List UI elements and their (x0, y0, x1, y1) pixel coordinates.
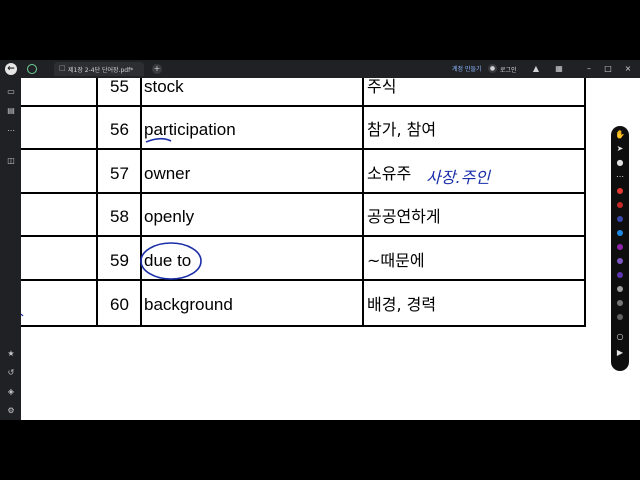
pen-indigo-icon[interactable] (617, 272, 623, 278)
app-logo-icon (27, 64, 37, 74)
pen-red-icon[interactable] (617, 188, 623, 194)
pointer-icon[interactable]: ➤ (615, 144, 625, 154)
history-icon[interactable]: ↺ (6, 368, 16, 378)
layout-icon[interactable]: ▦ (553, 63, 565, 75)
maximize-button[interactable]: □ (602, 63, 614, 75)
pen-darkred-icon[interactable] (617, 202, 623, 208)
book-icon[interactable]: ▤ (6, 106, 16, 116)
bell-icon[interactable]: ▲ (530, 63, 542, 75)
document-icon: □ (59, 64, 66, 72)
star-icon[interactable]: ★ (6, 349, 16, 359)
pages-icon[interactable]: ▭ (6, 87, 16, 97)
tab-title: 제1장 2-4단 단어장.pdf* (68, 67, 134, 74)
settings-icon[interactable]: ⚙ (6, 406, 16, 416)
pen-blue-icon[interactable] (617, 230, 623, 236)
pen-gray-icon[interactable] (617, 286, 623, 292)
pen-navy-icon[interactable] (617, 216, 623, 222)
more-icon[interactable]: ⋯ (6, 126, 16, 136)
hand-icon[interactable]: ✋ (615, 130, 625, 140)
tab-document[interactable]: □ 제1장 2-4단 단어장.pdf* (54, 62, 144, 76)
ink-circle (140, 242, 202, 280)
back-arrow-icon[interactable]: ← (5, 63, 17, 75)
new-tab-button[interactable]: + (152, 64, 162, 74)
laser-icon[interactable]: ● (615, 158, 625, 168)
pen-toolbar: ✋ ➤ ● ⋯ ○ ▶ (611, 126, 629, 371)
thumbnails-icon[interactable]: ◫ (6, 156, 16, 166)
pen-violet-icon[interactable] (617, 258, 623, 264)
left-sidebar: ▭ ▤ ⋯ ◫ ★ ↺ ◈ ⚙ (0, 78, 21, 420)
more-tools-icon[interactable]: ⋯ (615, 172, 625, 182)
pen-purple-icon[interactable] (617, 244, 623, 250)
eraser-icon[interactable]: ○ (615, 332, 625, 342)
pdf-page[interactable]: 55 stock 주식 56 participation 참가, 참여 57 o… (21, 78, 640, 420)
user-icon: ● (488, 64, 497, 73)
pen-charcoal-icon[interactable] (617, 314, 623, 320)
pen-darkgray-icon[interactable] (617, 300, 623, 306)
ink-underline (145, 137, 172, 143)
title-bar: ← □ 제1장 2-4단 단어장.pdf* + 계정 만들기 ● 로그인 ▲ ▦… (0, 60, 640, 78)
ink-annotations (21, 137, 202, 317)
collapse-icon[interactable]: ▶ (615, 348, 625, 358)
layers-icon[interactable]: ◈ (6, 387, 16, 397)
create-account-link[interactable]: 계정 만들기 (452, 64, 482, 73)
close-button[interactable]: × (622, 63, 634, 75)
pdf-viewer-window: ← □ 제1장 2-4단 단어장.pdf* + 계정 만들기 ● 로그인 ▲ ▦… (0, 60, 640, 420)
minimize-button[interactable]: – (583, 63, 595, 75)
ink-mark (21, 313, 24, 317)
login-link[interactable]: 로그인 (500, 65, 517, 74)
